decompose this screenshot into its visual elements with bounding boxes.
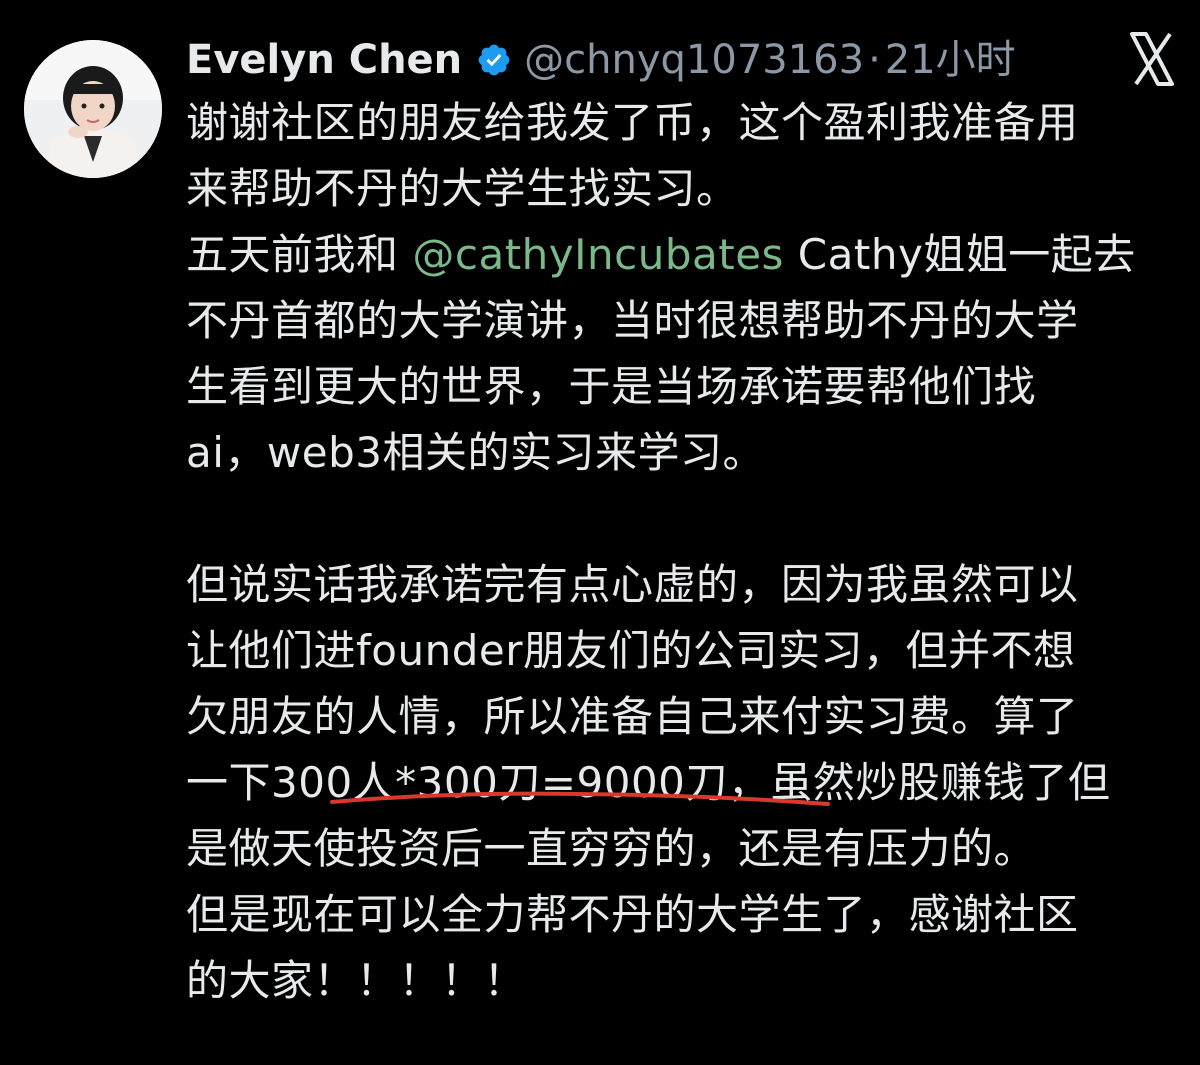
tweet-line: 谢谢社区的朋友给我发了币，这个盈利我准备用 [186, 98, 1079, 147]
author-name[interactable]: Evelyn Chen [186, 28, 462, 92]
avatar-photo-icon [24, 40, 162, 178]
tweet-header: Evelyn Chen @chnyq1073163 · 21小时 [186, 28, 1016, 92]
tweet-line: 来帮助不丹的大学生找实习。 [186, 164, 739, 213]
tweet-line: 不丹首都的大学演讲，当时很想帮助不丹的大学 [186, 296, 1079, 345]
tweet-line: 欠朋友的人情，所以准备自己来付实习费。算了 [186, 692, 1079, 741]
tweet-line: 让他们进founder朋友们的公司实习，但并不想 [186, 626, 1076, 675]
tweet-line: 五天前我和 @cathyIncubates Cathy姐姐一起去 [186, 222, 1186, 288]
separator-dot: · [868, 37, 881, 83]
verified-badge-icon [478, 44, 510, 76]
text-segment: 五天前我和 [186, 230, 413, 279]
tweet-line: 生看到更大的世界，于是当场承诺要帮他们找 [186, 362, 1037, 411]
red-underline-annotation [330, 791, 830, 806]
author-handle[interactable]: @chnyq1073163 [524, 28, 864, 92]
tweet-line: 但说实话我承诺完有点心虚的，因为我虽然可以 [186, 560, 1079, 609]
tweet-text: 谢谢社区的朋友给我发了币，这个盈利我准备用 来帮助不丹的大学生找实习。 五天前我… [186, 90, 1186, 1014]
avatar[interactable] [24, 40, 162, 178]
mention-link[interactable]: @cathyIncubates [412, 230, 784, 279]
x-logo-icon[interactable] [1128, 30, 1176, 88]
tweet-line: 的大家！！！！！ [186, 956, 527, 1005]
tweet-line: 但是现在可以全力帮不丹的大学生了，感谢社区 [186, 890, 1079, 939]
timestamp[interactable]: 21小时 [885, 28, 1016, 92]
tweet-line: ai，web3相关的实习来学习。 [186, 428, 765, 477]
tweet-line: 是做天使投资后一直穷穷的，还是有压力的。 [186, 824, 1037, 873]
text-segment: Cathy姐姐一起去 [783, 230, 1136, 279]
